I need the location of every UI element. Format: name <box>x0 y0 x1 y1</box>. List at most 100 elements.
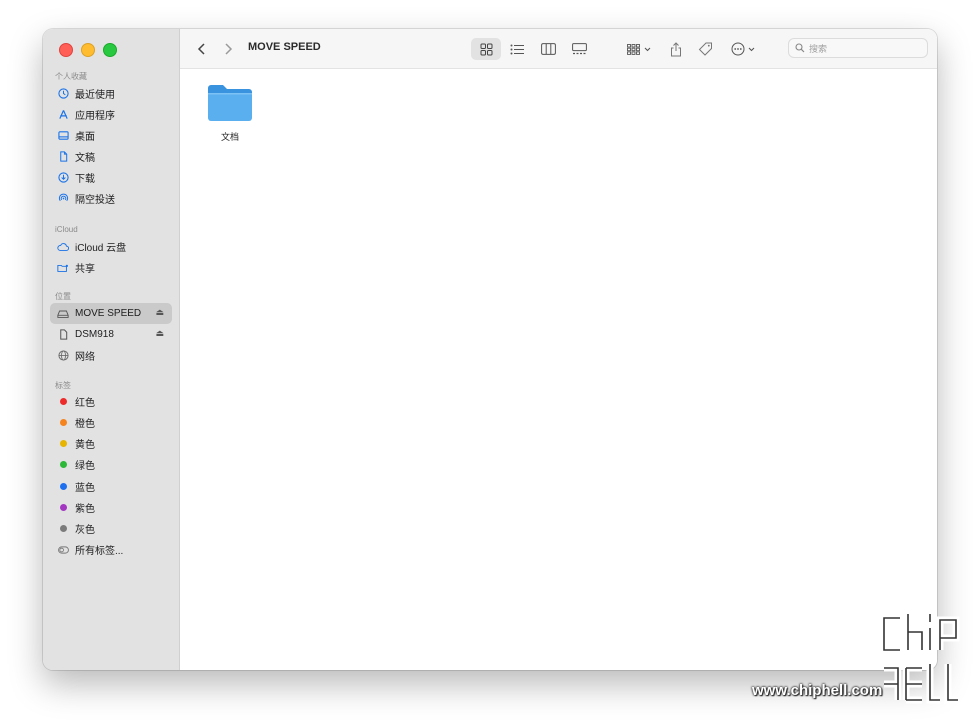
window-controls <box>59 43 117 57</box>
sidebar-item-label: 灰色 <box>75 525 95 536</box>
server-icon <box>57 329 69 341</box>
apps-icon <box>57 109 69 121</box>
sidebar-item-label: iCloud 云盘 <box>75 243 127 254</box>
sidebar-item-label: 橙色 <box>75 419 95 430</box>
close-button[interactable] <box>59 43 73 57</box>
section-favorites-title: 个人收藏 <box>55 72 87 81</box>
sidebar-item-label: 桌面 <box>75 132 95 143</box>
download-icon <box>57 172 69 184</box>
tag-dot-yellow <box>59 440 67 447</box>
watermark-url: www.chiphell.com <box>752 682 883 699</box>
sidebar-item-documents[interactable]: 文稿 <box>50 146 172 167</box>
sidebar-item-label: 隔空投送 <box>75 195 115 206</box>
sidebar-item-airdrop[interactable]: 隔空投送 <box>50 188 172 209</box>
chevron-down-icon <box>748 47 755 51</box>
column-view-button[interactable] <box>533 38 563 60</box>
folder-label: 文档 <box>220 132 239 142</box>
desktop-icon <box>57 130 69 142</box>
eject-icon[interactable]: ⏏ <box>155 328 164 339</box>
section-locations-title: 位置 <box>55 292 71 301</box>
sidebar-item-label: 所有标签... <box>75 546 124 557</box>
share-button[interactable] <box>665 38 687 60</box>
sidebar-item-label: 网络 <box>75 352 95 363</box>
list-icon <box>510 44 524 54</box>
search-field[interactable]: 搜索 <box>788 38 928 58</box>
gallery-view-button[interactable] <box>564 38 594 60</box>
sidebar-item-dsm918[interactable]: DSM918 ⏏ <box>50 324 172 345</box>
sidebar-item-move-speed[interactable]: MOVE SPEED ⏏ <box>50 303 172 324</box>
cloud-icon <box>57 241 69 253</box>
tag-dot-orange <box>59 419 67 426</box>
sidebar-item-desktop[interactable]: 桌面 <box>50 125 172 146</box>
tag-dot-red <box>59 398 67 405</box>
drive-icon <box>57 308 69 320</box>
folder-icon <box>208 85 252 121</box>
tag-dot-blue <box>59 483 67 490</box>
sidebar-item-label: 蓝色 <box>75 483 95 494</box>
tag-dot-green <box>59 461 67 468</box>
sidebar-item-network[interactable]: 网络 <box>50 345 172 366</box>
sidebar-all-tags[interactable]: 所有标签... <box>50 539 172 560</box>
group-icon <box>627 43 640 55</box>
list-view-button[interactable] <box>502 38 532 60</box>
group-by-button[interactable] <box>624 38 654 60</box>
search-placeholder: 搜索 <box>809 43 828 54</box>
forward-button[interactable] <box>219 38 237 60</box>
finder-window: 个人收藏 最近使用 应用程序 桌面 文稿 下载 隔空投送 iCloud iClo… <box>43 29 937 670</box>
sidebar-tag-blue[interactable]: 蓝色 <box>50 476 172 497</box>
columns-icon <box>540 43 556 55</box>
sidebar-item-recents[interactable]: 最近使用 <box>50 83 172 104</box>
sidebar-tag-orange[interactable]: 橙色 <box>50 412 172 433</box>
window-title: MOVE SPEED <box>248 41 321 53</box>
main-pane: MOVE SPEED 搜索 文档 <box>180 29 937 670</box>
sidebar-item-label: 文稿 <box>75 153 95 164</box>
sidebar-tag-red[interactable]: 红色 <box>50 391 172 412</box>
tag-dot-gray <box>59 525 67 532</box>
sidebar-item-downloads[interactable]: 下载 <box>50 167 172 188</box>
sidebar-item-label: 紫色 <box>75 504 95 515</box>
section-icloud-title: iCloud <box>55 225 78 234</box>
sidebar-item-applications[interactable]: 应用程序 <box>50 104 172 125</box>
search-icon <box>795 43 805 53</box>
all-tags-icon <box>57 544 69 556</box>
chevron-right-icon <box>224 43 232 55</box>
sidebar-tag-yellow[interactable]: 黄色 <box>50 433 172 454</box>
sidebar-item-label: 最近使用 <box>75 90 115 101</box>
sidebar-item-label: 共享 <box>75 264 95 275</box>
icon-view-button[interactable] <box>471 38 501 60</box>
sidebar-item-shared[interactable]: 共享 <box>50 257 172 278</box>
eject-icon[interactable]: ⏏ <box>155 307 164 318</box>
sidebar-item-label: 应用程序 <box>75 111 115 122</box>
ellipsis-circle-icon <box>731 42 745 56</box>
toolbar: MOVE SPEED 搜索 <box>180 29 937 69</box>
watermark-logo <box>880 614 960 704</box>
sidebar-tag-green[interactable]: 绿色 <box>50 454 172 475</box>
more-actions-button[interactable] <box>727 38 759 60</box>
network-icon <box>57 350 69 362</box>
folder-item[interactable]: 文档 <box>204 82 256 143</box>
sidebar-tag-purple[interactable]: 紫色 <box>50 497 172 518</box>
chevron-left-icon <box>197 43 205 55</box>
document-icon <box>57 151 69 163</box>
tag-dot-purple <box>59 504 67 511</box>
sidebar-item-label: 黄色 <box>75 440 95 451</box>
tag-button[interactable] <box>694 38 716 60</box>
section-tags-title: 标签 <box>55 381 71 390</box>
sidebar-tag-gray[interactable]: 灰色 <box>50 518 172 539</box>
sidebar-item-label: 绿色 <box>75 461 95 472</box>
sidebar: 个人收藏 最近使用 应用程序 桌面 文稿 下载 隔空投送 iCloud iClo… <box>43 29 180 670</box>
sidebar-item-label: 下载 <box>75 174 95 185</box>
back-button[interactable] <box>192 38 210 60</box>
minimize-button[interactable] <box>81 43 95 57</box>
chevron-down-icon <box>644 47 651 51</box>
shared-folder-icon <box>57 262 69 274</box>
sidebar-item-label: 红色 <box>75 398 95 409</box>
grid-icon <box>480 43 492 55</box>
clock-icon <box>57 88 69 100</box>
airdrop-icon <box>57 193 69 205</box>
sidebar-item-label: MOVE SPEED <box>75 308 142 319</box>
fullscreen-button[interactable] <box>103 43 117 57</box>
tag-icon <box>698 42 712 56</box>
sidebar-item-icloud-drive[interactable]: iCloud 云盘 <box>50 236 172 257</box>
share-icon <box>671 41 681 56</box>
